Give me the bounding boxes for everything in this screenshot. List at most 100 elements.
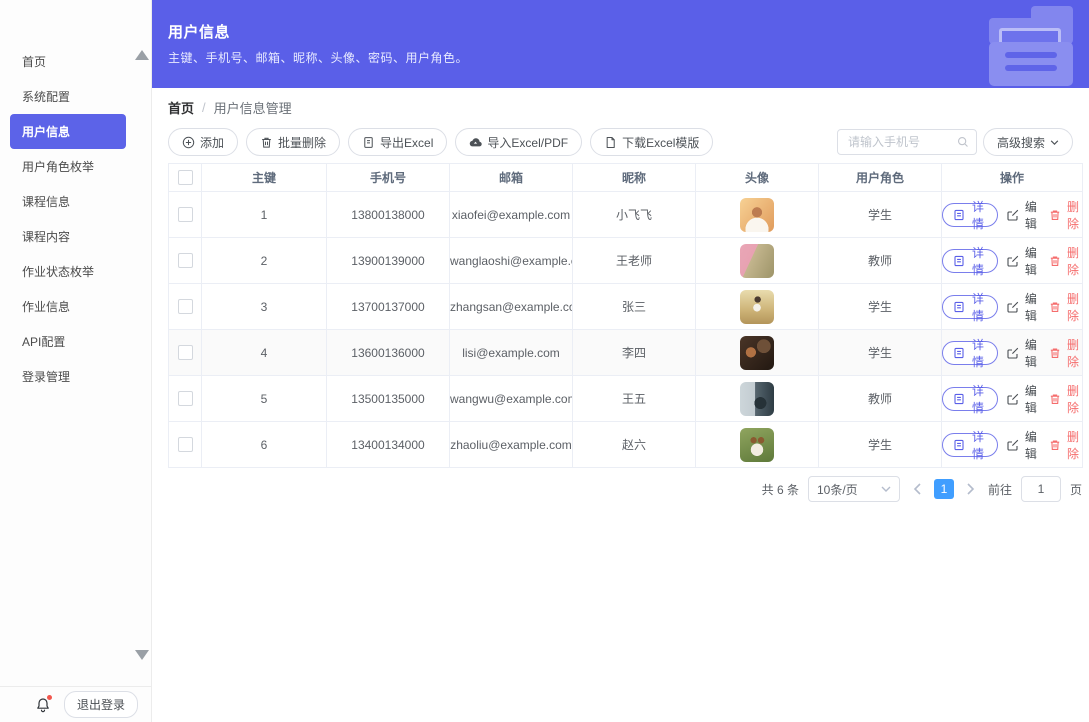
sidebar-item-5[interactable]: 课程内容 (10, 219, 126, 254)
edit-button[interactable]: 编辑 (1007, 290, 1040, 324)
delete-button[interactable]: 删除 (1049, 428, 1082, 462)
cell-id: 6 (201, 421, 327, 468)
logout-button[interactable]: 退出登录 (63, 691, 138, 718)
row-checkbox[interactable] (177, 391, 193, 407)
row-checkbox[interactable] (177, 437, 193, 453)
sidebar-item-9[interactable]: 登录管理 (10, 359, 126, 394)
avatar (740, 197, 774, 232)
edit-icon (1007, 301, 1019, 313)
add-button[interactable]: 添加 (168, 128, 239, 156)
avatar (740, 243, 774, 278)
table-row: 3 13700137000 zhangsan@example.com 张三 学生… (168, 283, 1083, 330)
detail-button[interactable]: 详情 (942, 200, 998, 231)
edit-button[interactable]: 编辑 (1007, 382, 1040, 416)
sidebar-item-8[interactable]: API配置 (10, 324, 126, 359)
sidebar-item-label: 首页 (22, 55, 47, 69)
batch-delete-button[interactable]: 批量删除 (246, 128, 341, 156)
cell-nickname: 王老师 (572, 237, 696, 284)
advanced-search-button[interactable]: 高级搜索 (982, 128, 1073, 156)
export-document-icon (364, 136, 373, 148)
page-banner: 用户信息 主键、手机号、邮箱、昵称、头像、密码、用户角色。 (152, 0, 1089, 88)
export-excel-button[interactable]: 导出Excel (348, 128, 448, 156)
delete-button[interactable]: 删除 (1049, 198, 1082, 232)
cell-id: 4 (201, 329, 327, 376)
detail-icon (954, 255, 964, 266)
pagination: 共 6 条 10条/页 1 前往 页 (168, 476, 1082, 502)
row-checkbox[interactable] (177, 207, 193, 223)
notification-bell-icon[interactable] (35, 694, 52, 713)
detail-icon (954, 301, 964, 312)
avatar (740, 381, 774, 416)
sidebar-item-label: 课程信息 (22, 195, 71, 209)
sidebar-item-1[interactable]: 系统配置 (10, 79, 126, 114)
search-input[interactable] (836, 129, 977, 155)
sidebar-item-2[interactable]: 用户信息 (10, 114, 126, 149)
cell-role: 学生 (818, 283, 942, 330)
delete-icon (1050, 394, 1060, 404)
sidebar-item-4[interactable]: 课程信息 (10, 184, 126, 219)
row-checkbox[interactable] (177, 345, 193, 361)
sidebar-item-3[interactable]: 用户角色枚举 (10, 149, 126, 184)
delete-button[interactable]: 删除 (1049, 336, 1082, 370)
trash-icon (262, 137, 271, 148)
edit-icon (1007, 209, 1019, 221)
cell-phone: 13500135000 (326, 375, 450, 422)
delete-button[interactable]: 删除 (1049, 290, 1082, 324)
detail-button[interactable]: 详情 (942, 430, 998, 461)
sidebar-item-7[interactable]: 作业信息 (10, 289, 126, 324)
edit-button[interactable]: 编辑 (1007, 198, 1040, 232)
edit-icon (1007, 347, 1019, 359)
cell-id: 2 (201, 237, 327, 284)
chevron-right-icon (967, 483, 975, 495)
table-row: 4 13600136000 lisi@example.com 李四 学生 详情 … (168, 329, 1083, 376)
edit-button[interactable]: 编辑 (1007, 428, 1040, 462)
file-icon (606, 136, 615, 148)
cell-nickname: 赵六 (572, 421, 696, 468)
breadcrumb-current: 用户信息管理 (213, 101, 292, 116)
page-size-select[interactable]: 10条/页 (807, 476, 900, 502)
sidebar-scroll-down-icon[interactable] (135, 650, 149, 660)
select-all-checkbox[interactable] (177, 170, 193, 186)
avatar (740, 427, 774, 462)
cell-role: 学生 (818, 421, 942, 468)
column-header-phone: 手机号 (326, 163, 450, 192)
detail-button[interactable]: 详情 (942, 384, 998, 415)
detail-button[interactable]: 详情 (942, 246, 998, 277)
delete-icon (1050, 302, 1060, 312)
sidebar-item-label: 作业信息 (22, 300, 71, 314)
search-icon (957, 136, 968, 147)
goto-page-input[interactable] (1020, 476, 1061, 502)
import-excel-pdf-button[interactable]: 导入Excel/PDF (455, 128, 583, 156)
delete-button[interactable]: 删除 (1049, 382, 1082, 416)
cell-email: zhaoliu@example.com (449, 421, 573, 468)
delete-button[interactable]: 删除 (1049, 244, 1082, 278)
delete-icon (1050, 440, 1060, 450)
edit-button[interactable]: 编辑 (1007, 244, 1040, 278)
total-count-label: 共 6 条 (761, 482, 799, 497)
edit-icon (1007, 439, 1019, 451)
next-page-button[interactable] (963, 477, 979, 501)
breadcrumb-home[interactable]: 首页 (168, 98, 194, 117)
edit-button[interactable]: 编辑 (1007, 336, 1040, 370)
detail-button[interactable]: 详情 (942, 338, 998, 369)
detail-button[interactable]: 详情 (942, 292, 998, 323)
cell-id: 1 (201, 191, 327, 238)
breadcrumb: 首页 / 用户信息管理 (168, 98, 1073, 117)
page-subtitle: 主键、手机号、邮箱、昵称、头像、密码、用户角色。 (168, 51, 469, 65)
row-checkbox[interactable] (177, 253, 193, 269)
column-header-email: 邮箱 (449, 163, 573, 192)
goto-label: 前往 (987, 482, 1012, 497)
sidebar-nav: 首页 系统配置 用户信息 用户角色枚举 课程信息 课程内容 作业状态枚举 作业信… (0, 44, 151, 394)
edit-icon (1007, 393, 1019, 405)
page-number-button[interactable]: 1 (933, 479, 954, 499)
sidebar-footer: 退出登录 (0, 686, 151, 722)
sidebar-item-0[interactable]: 首页 (10, 44, 126, 79)
edit-icon (1007, 255, 1019, 267)
cell-email: wanglaoshi@example.com (449, 237, 573, 284)
delete-icon (1050, 256, 1060, 266)
download-template-button[interactable]: 下载Excel模版 (590, 128, 714, 156)
row-checkbox[interactable] (177, 299, 193, 315)
prev-page-button[interactable] (909, 477, 925, 501)
table-row: 5 13500135000 wangwu@example.com 王五 教师 详… (168, 375, 1083, 422)
sidebar-item-6[interactable]: 作业状态枚举 (10, 254, 126, 289)
